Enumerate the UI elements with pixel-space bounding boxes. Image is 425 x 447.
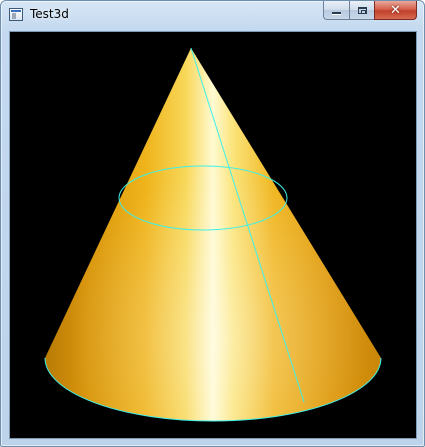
caption-buttons: ✕ (323, 1, 417, 20)
3d-viewport[interactable] (9, 31, 417, 439)
title-bar[interactable]: Test3d ✕ (1, 1, 424, 29)
maximize-button[interactable] (349, 1, 374, 20)
minimize-icon (332, 12, 341, 14)
app-window: Test3d ✕ (0, 0, 425, 447)
window-title: Test3d (30, 7, 69, 21)
maximize-icon (357, 6, 367, 14)
close-button[interactable]: ✕ (374, 1, 417, 20)
application-window-icon[interactable] (9, 8, 23, 21)
cone-render (44, 47, 382, 422)
close-icon: ✕ (390, 2, 401, 18)
cone-highlight (45, 48, 381, 421)
minimize-button[interactable] (323, 1, 349, 20)
